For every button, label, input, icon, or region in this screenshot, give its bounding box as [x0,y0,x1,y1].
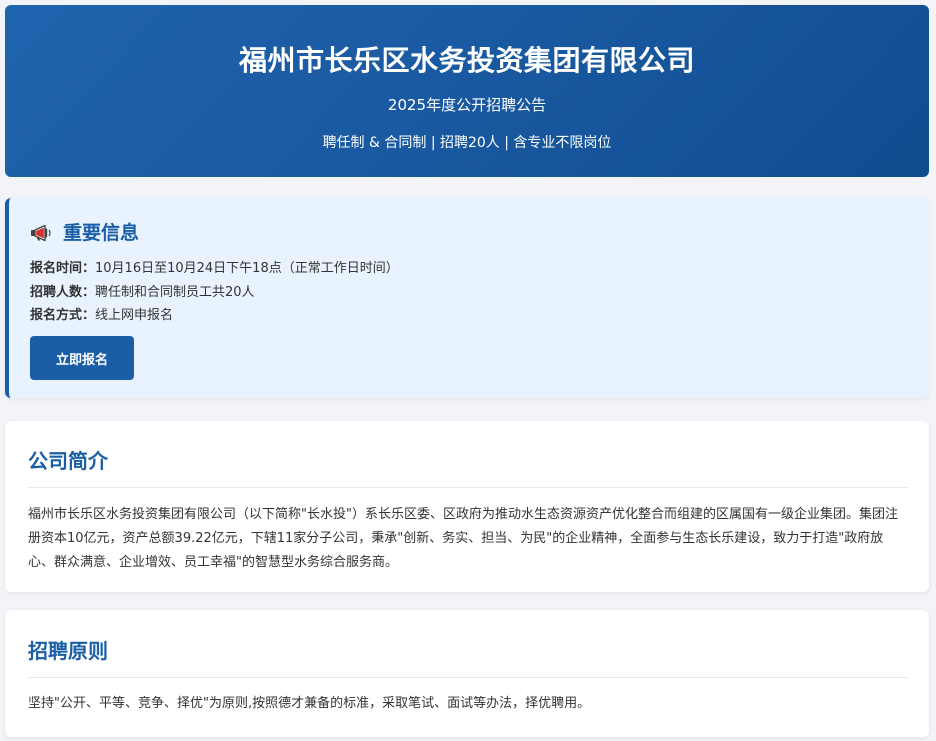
info-row-application-method: 报名方式：线上网申报名 [30,306,173,326]
section-divider [28,677,908,678]
apply-now-button[interactable]: 立即报名 [30,336,134,380]
announcement-subtitle: 2025年度公开招聘公告 [387,96,547,114]
important-info-card: 重要信息 报名时间：10月16日至10月24日下午18点（正常工作日时间） 招聘… [5,198,929,398]
megaphone-icon [30,224,53,242]
info-label: 报名方式： [30,308,96,323]
company-intro-title: 公司简介 [28,449,108,473]
company-title: 福州市长乐区水务投资集团有限公司 [238,44,695,77]
recruitment-principles-title: 招聘原则 [28,639,108,663]
info-value: 聘任制和合同制员工共20人 [95,285,255,300]
important-info-heading: 重要信息 [30,218,139,248]
section-divider [28,487,908,488]
page-header: 福州市长乐区水务投资集团有限公司 2025年度公开招聘公告 聘任制 & 合同制 … [5,5,929,177]
info-row-headcount: 招聘人数：聘任制和合同制员工共20人 [30,283,255,303]
recruitment-principles-card: 招聘原则 坚持"公开、平等、竞争、择优"为原则,按照德才兼备的标准，采取笔试、面… [5,610,929,737]
info-value: 10月16日至10月24日下午18点（正常工作日时间） [95,261,399,276]
info-row-registration-time: 报名时间：10月16日至10月24日下午18点（正常工作日时间） [30,259,399,279]
info-value: 线上网申报名 [95,308,174,323]
info-label: 招聘人数： [30,285,96,300]
info-label: 报名时间： [30,261,96,276]
important-info-title: 重要信息 [63,222,140,244]
recruitment-principles-text: 坚持"公开、平等、竞争、择优"为原则,按照德才兼备的标准，采取笔试、面试等办法，… [28,696,591,711]
recruitment-tagline: 聘任制 & 合同制 | 招聘20人 | 含专业不限岗位 [322,135,612,151]
company-intro-text: 福州市长乐区水务投资集团有限公司（以下简称"长水投"）系长乐区委、区政府为推动水… [28,507,898,570]
company-intro-card: 公司简介 福州市长乐区水务投资集团有限公司（以下简称"长水投"）系长乐区委、区政… [5,421,929,592]
